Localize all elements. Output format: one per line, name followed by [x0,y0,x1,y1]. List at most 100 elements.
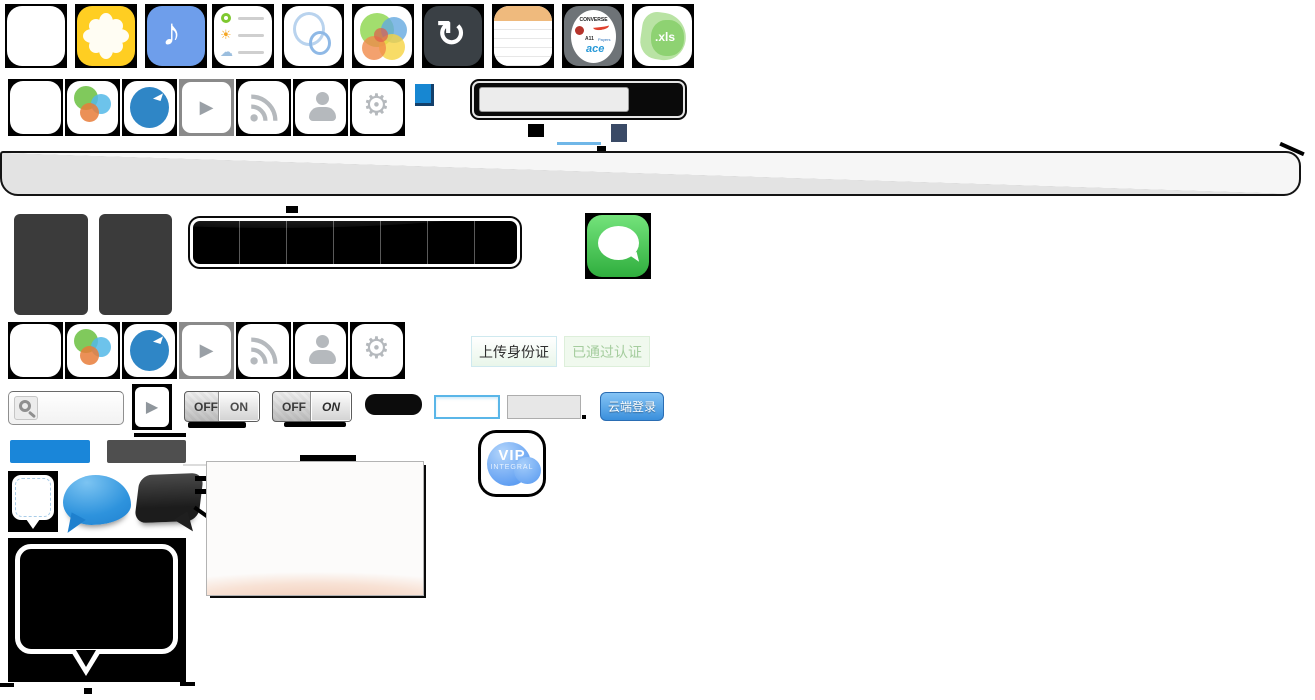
disabled-text-input[interactable] [507,395,581,419]
rss-icon [238,81,289,134]
xls-label: .xls [655,30,675,44]
blue-sphere-icon [124,81,175,134]
resize-dot [582,415,586,419]
upload-id-button[interactable]: 上传身份证 [471,336,557,367]
photos-flower-app-icon[interactable] [75,4,137,68]
play-icon: ▶ [182,325,231,376]
three-circles-icon [67,324,118,377]
small-icon-blank[interactable] [8,79,63,136]
gear-icon: ⚙ [352,81,403,134]
toolbar-bar [0,151,1301,196]
white-speech-bubble-sprite [8,471,58,532]
blue-sphere-icon [124,324,175,377]
small-icon-globe-2[interactable] [122,322,177,379]
brand-word-payers: Payers [598,37,610,42]
rss-icon [238,324,289,377]
brand-word-converse: CONVERSE [571,17,616,23]
small-icon-settings-2[interactable]: ⚙ [350,322,405,379]
blue-bar-swatch [10,440,90,463]
verified-badge-button[interactable]: 已通过认证 [564,336,650,367]
small-icon-globe[interactable] [122,79,177,136]
music-note-icon: ♪ [147,6,205,66]
large-black-bubble [15,544,178,654]
preview-panel [206,461,424,596]
flower-icon [77,6,135,66]
black-speech-bubble [134,473,204,523]
toggle-switch-on[interactable]: OFF ON [272,391,352,422]
search-go-button[interactable] [634,87,679,112]
brand-swoosh [593,22,610,31]
settings-list-app-icon[interactable]: ☀ ☁ [212,4,274,68]
blank-app-face [7,6,65,66]
search-bar[interactable] [470,79,687,120]
small-icon-color-circles[interactable] [65,79,120,136]
black-dash-mark [195,489,206,494]
toggle-off-label: OFF [282,400,306,414]
refresh-icon: ↻ [424,6,482,66]
small-icon-color-circles-2[interactable] [65,322,120,379]
play-icon: ▶ [182,82,231,133]
gray-bar-swatch [107,440,186,463]
tick-above-segmented-bar [286,206,298,213]
messages-app-icon[interactable] [585,213,651,279]
vip-subtitle: INTEGRAL [481,464,543,471]
music-app-icon[interactable]: ♪ [145,4,207,68]
small-icon-rss[interactable] [236,79,291,136]
person-icon [295,324,346,377]
black-residue-mark [0,683,14,687]
brands-collage-app-icon[interactable]: CONVERSE A11 Payers ace [562,4,624,68]
sprite-sheet: ♪ ☀ ☁ ↻ [0,0,1315,700]
cloud-login-button[interactable]: 云端登录 [600,392,664,421]
blue-square-swatch [415,84,434,106]
navy-square-mark [611,124,627,142]
small-icon-user[interactable] [293,79,348,136]
toggle-switch-off[interactable]: OFF ON [184,391,260,422]
black-residue-dot [84,688,92,694]
highlighted-text-input[interactable] [434,395,500,419]
gear-icon: ⚙ [352,324,403,377]
sun-icon: ☀ [220,28,232,41]
circles-app-icon[interactable] [282,4,344,68]
vip-app-icon[interactable]: VIP INTEGRAL [478,430,546,497]
white-bubble [12,475,54,520]
notes-app-icon[interactable] [492,4,554,68]
person-icon [295,81,346,134]
small-icon-settings[interactable]: ⚙ [350,79,405,136]
small-icon-user-2[interactable] [293,322,348,379]
small-icon-rss-2[interactable] [236,322,291,379]
play-button-sprite[interactable]: ▶ [132,384,172,430]
cloud-icon: ☁ [220,45,233,58]
brand-word-a11: A11 [585,36,594,42]
toggle-knob[interactable]: ON [310,392,351,421]
sync-app-icon[interactable]: ↻ [422,4,484,68]
large-black-speech-bubble-sprite [8,538,186,682]
brand-word-ace: ace [586,43,604,55]
segmented-glossy-bar [190,218,520,267]
toggle-shadow [284,422,346,427]
play-icon: ▶ [135,387,169,427]
small-icon-play[interactable]: ▶ [179,79,234,136]
black-pill [365,394,422,415]
search-field[interactable] [479,87,629,112]
dark-card-1 [14,214,88,315]
search-input[interactable] [8,391,124,425]
vip-face: VIP INTEGRAL [481,433,543,494]
black-dash-mark [195,476,206,481]
dark-card-2 [99,214,172,315]
toggle-off-label: OFF [194,400,218,414]
three-circles-icon [67,81,118,134]
toggle-knob[interactable]: ON [218,392,259,421]
brand-collage-icon: CONVERSE A11 Payers ace [564,6,622,66]
list-face: ☀ ☁ [214,6,272,66]
small-icon-play-2[interactable]: ▶ [179,322,234,379]
black-residue-mark [180,682,195,686]
chat-balloons-app-icon[interactable] [352,4,414,68]
xls-app-icon[interactable]: .xls [632,4,694,68]
two-rings-icon [284,6,342,66]
app-icon-blank[interactable] [5,4,67,68]
notepad-face [494,6,552,66]
vip-title: VIP [481,447,543,464]
small-icon-blank-2[interactable] [8,322,63,379]
black-square-mark [528,124,544,137]
blue-underline-mark [557,142,601,145]
